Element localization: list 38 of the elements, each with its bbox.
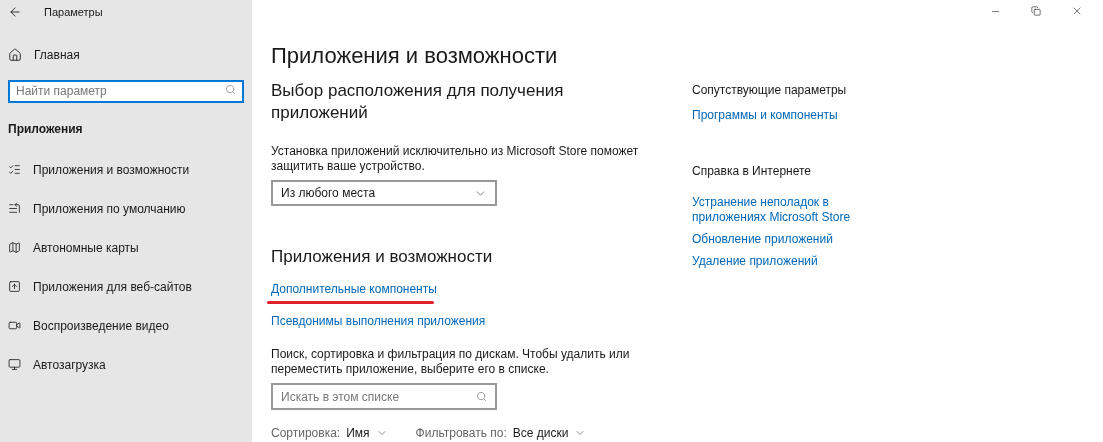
sidebar-item[interactable]: Воспроизведение видео [33, 316, 169, 335]
section-heading: Выбор расположения для получения приложений [271, 80, 565, 124]
list-icon [8, 163, 21, 176]
home-icon [8, 48, 22, 62]
section-heading: Справка в Интернете [692, 163, 812, 180]
back-icon[interactable] [8, 5, 22, 19]
sidebar-item[interactable]: Приложения и возможности [33, 160, 190, 179]
link[interactable]: Дополнительные компоненты [271, 282, 437, 297]
sidebar-item[interactable]: Автономные карты [33, 238, 139, 257]
description-text: Поиск, сортировка и фильтрация по дискам. Чтобы удалить или переместить приложение, выберите его в списке. [271, 347, 631, 377]
section-heading: Сопутствующие параметры [692, 82, 848, 99]
monitor-icon [8, 358, 21, 371]
window-title: Параметры [44, 4, 103, 20]
list-search-field[interactable]: Искать в этом списке [271, 383, 497, 410]
restore-icon[interactable] [1031, 6, 1041, 16]
sidebar-item[interactable]: Приложения для веб-сайтов [33, 277, 192, 296]
location-dropdown[interactable]: Из любого места [271, 180, 497, 206]
link[interactable]: Устранение неполадок в приложениях Microsoft Store [692, 195, 862, 225]
page-title: Приложения и возможности [271, 42, 559, 70]
search-icon [476, 391, 487, 402]
sort-dropdown[interactable]: Сортировка: Имя [271, 424, 388, 442]
filter-dropdown[interactable]: Фильтровать по: Все диски [415, 424, 587, 442]
link[interactable]: Удаление приложений [692, 254, 862, 269]
sidebar-item[interactable]: Главная [34, 46, 80, 64]
search-icon [225, 84, 236, 95]
map-icon [8, 241, 21, 254]
list-icon [8, 202, 21, 215]
section-heading: Приложения и возможности [271, 246, 494, 268]
link[interactable]: Программы и компоненты [692, 106, 838, 124]
sidebar-item[interactable]: Автозагрузка [33, 355, 106, 374]
link[interactable]: Обновление приложений [692, 232, 862, 247]
search-field[interactable]: Найти параметр [8, 79, 244, 103]
close-icon[interactable] [1071, 5, 1083, 17]
video-camera-icon [8, 319, 21, 332]
description-text: Установка приложений исключительно из Microsoft Store поможет защитить ваше устройство. [271, 144, 640, 174]
sidebar-item[interactable]: Приложения по умолчанию [33, 199, 186, 218]
link[interactable]: Псевдонимы выполнения приложения [271, 314, 486, 329]
section-heading: Приложения [7, 120, 84, 138]
